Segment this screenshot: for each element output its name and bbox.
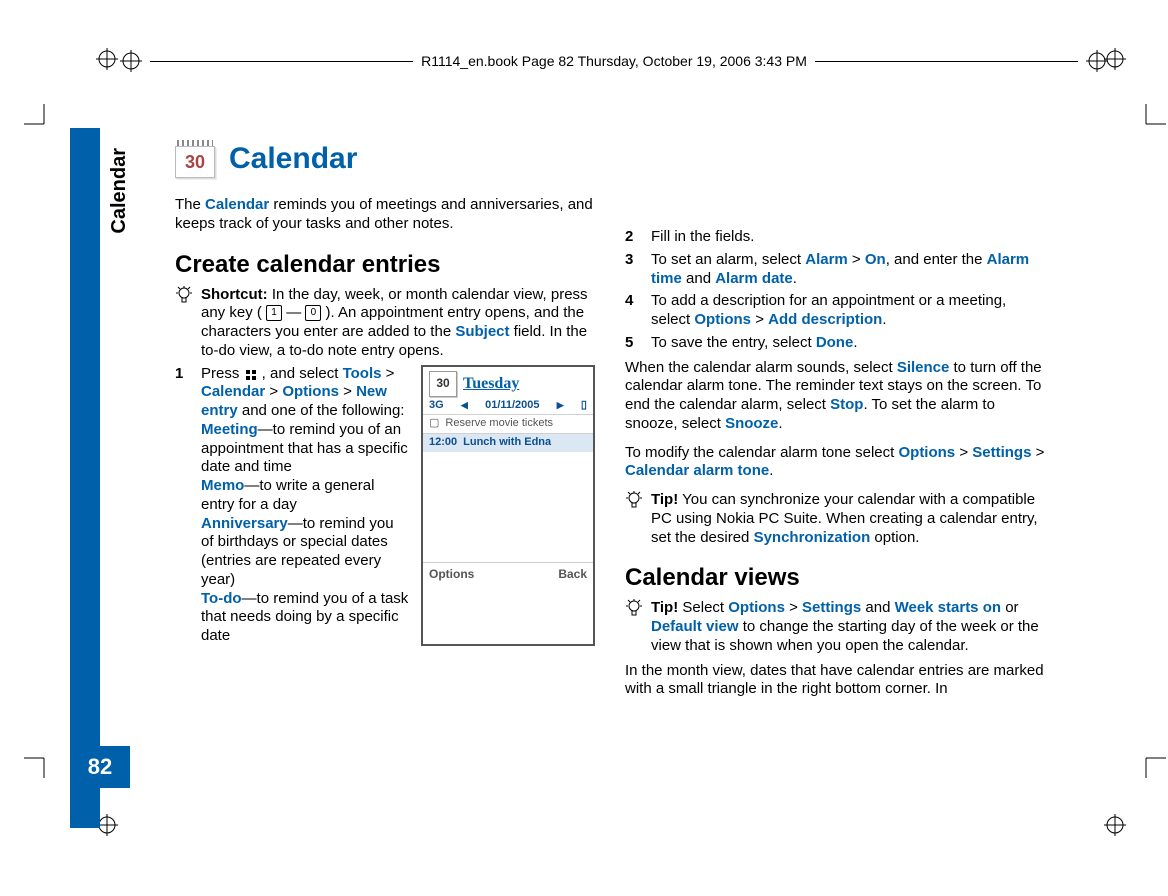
step-5: 5 To save the entry, select Done. xyxy=(625,334,1045,353)
crop-mark-icon xyxy=(1136,104,1166,134)
phone-date: 01/11/2005 xyxy=(485,399,539,413)
side-strip xyxy=(70,128,100,828)
todo-entry-icon: ▢ xyxy=(429,417,439,431)
key-0-icon: 0 xyxy=(305,305,321,321)
battery-icon: ▯ xyxy=(581,399,587,413)
prev-arrow-icon: ◀ xyxy=(461,400,468,411)
section-create: Create calendar entries xyxy=(175,250,595,280)
registration-mark-icon xyxy=(120,50,142,72)
step-1: 1 Press , and select Tools > Calendar > … xyxy=(175,365,595,646)
step-3: 3 To set an alarm, select Alarm > On, an… xyxy=(625,251,1045,289)
column-right: 2 Fill in the fields. 3 To set an alarm,… xyxy=(625,140,1045,776)
menu-key-icon xyxy=(244,368,258,380)
step-2: 2 Fill in the fields. xyxy=(625,228,1045,247)
tip-bulb-icon xyxy=(175,286,193,304)
crop-mark-icon xyxy=(24,104,54,134)
tip-bulb-icon xyxy=(625,491,643,509)
softkey-left: Options xyxy=(429,567,474,582)
crop-mark-icon xyxy=(24,748,54,778)
next-arrow-icon: ▶ xyxy=(557,400,564,411)
phone-day-label: Tuesday xyxy=(463,374,519,394)
page-title: Calendar xyxy=(229,140,357,178)
modify-para: To modify the calendar alarm tone select… xyxy=(625,444,1045,482)
phone-screenshot: 30 Tuesday 3G ◀ 01/11/2005 ▶ ▯ xyxy=(421,365,595,646)
side-tab-label: Calendar xyxy=(108,148,131,234)
signal-label: 3G xyxy=(429,399,444,413)
intro-para: The Calendar reminds you of meetings and… xyxy=(175,196,595,234)
sync-tip-block: Tip! You can synchronize your calendar w… xyxy=(625,491,1045,547)
registration-mark-icon xyxy=(1086,50,1108,72)
tip-bulb-icon xyxy=(625,599,643,617)
calendar-entry-row: 12:00 Lunch with Edna xyxy=(423,433,593,452)
registration-mark-icon xyxy=(96,48,118,70)
softkey-right: Back xyxy=(558,567,587,582)
page-header: R1114_en.book Page 82 Thursday, October … xyxy=(120,50,1108,72)
calendar-icon: 30 xyxy=(175,140,215,178)
registration-mark-icon xyxy=(1104,814,1126,836)
column-left: 30 Calendar The Calendar reminds you of … xyxy=(175,140,595,776)
views-tip-block: Tip! Select Options > Settings and Week … xyxy=(625,599,1045,655)
page-number: 82 xyxy=(70,746,130,788)
crop-mark-icon xyxy=(1136,748,1166,778)
content-region: 30 Calendar The Calendar reminds you of … xyxy=(175,140,1045,776)
month-view-para: In the month view, dates that have calen… xyxy=(625,662,1045,700)
calendar-entry-row: ▢ Reserve movie tickets xyxy=(423,414,593,433)
page-header-text: R1114_en.book Page 82 Thursday, October … xyxy=(421,53,807,69)
section-views: Calendar views xyxy=(625,563,1045,593)
step-4: 4 To add a description for an appointmen… xyxy=(625,292,1045,330)
shortcut-block: Shortcut: In the day, week, or month cal… xyxy=(175,286,595,361)
mini-calendar-icon: 30 xyxy=(429,371,457,397)
key-1-icon: 1 xyxy=(266,305,282,321)
alarm-para: When the calendar alarm sounds, select S… xyxy=(625,359,1045,434)
